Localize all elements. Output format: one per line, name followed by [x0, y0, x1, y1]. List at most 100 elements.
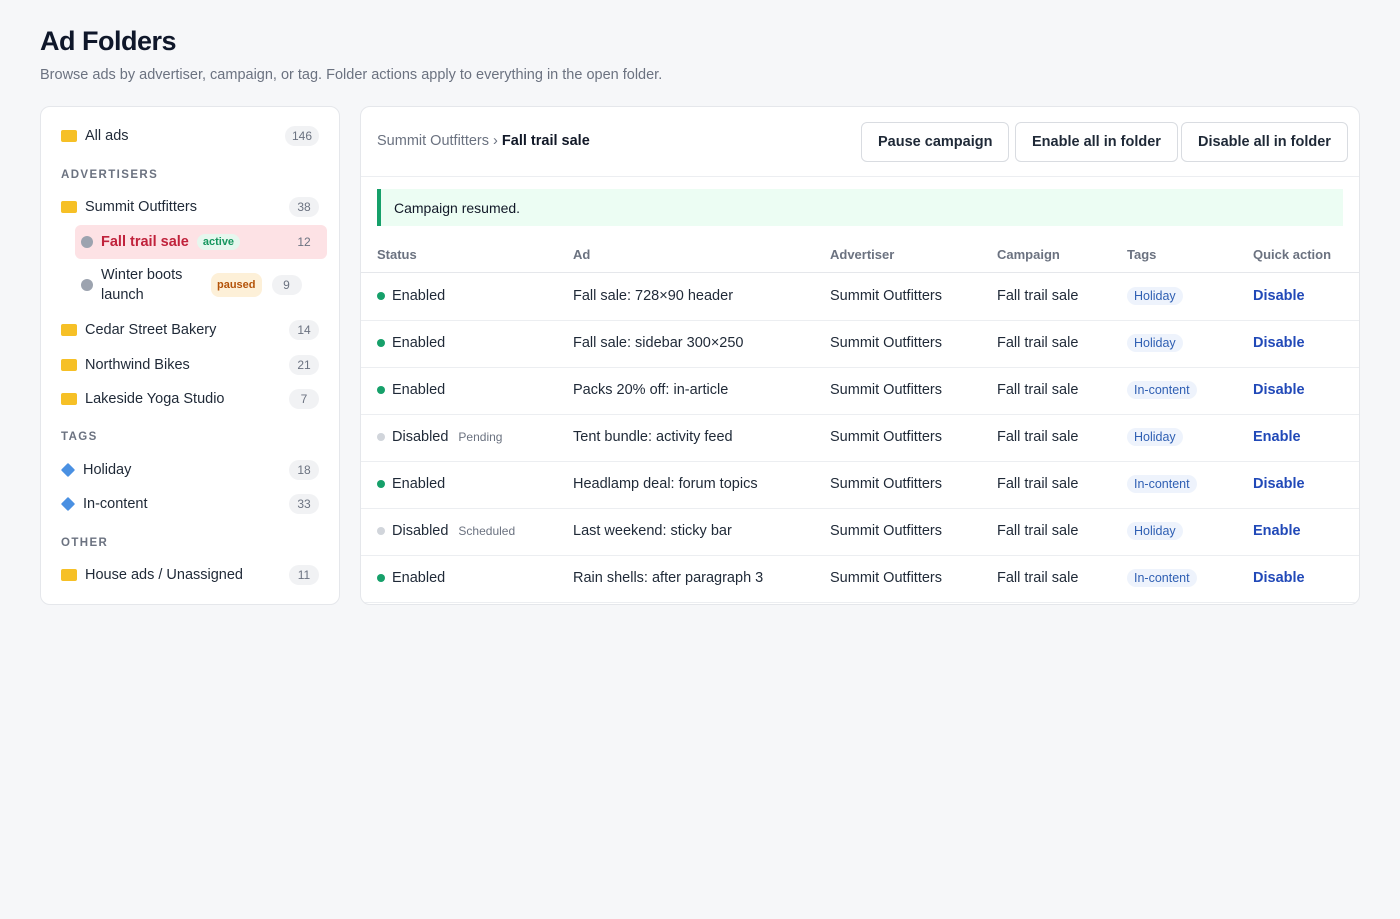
status-text: Enabled — [392, 335, 446, 351]
tag-badge: Holiday — [1127, 522, 1183, 540]
table-row: Enabled Packs 20% off: in-article Summit O… — [361, 368, 1359, 415]
advertiser-name: Summit Outfitters — [830, 429, 942, 445]
tag-count: 18 — [289, 460, 319, 480]
campaign-count: 9 — [271, 275, 302, 295]
table-row: Enabled Headlamp deal: forum topics Summit… — [361, 462, 1359, 509]
column-header-tags[interactable]: Tags — [1127, 247, 1156, 262]
other-heading: OTHER — [61, 537, 109, 549]
status-cell: Enabled — [377, 288, 445, 304]
status-note: Pending — [458, 430, 503, 444]
folder-label: House ads / Unassigned — [85, 567, 243, 583]
tag-cell: Holiday — [1127, 287, 1183, 305]
ad-name[interactable]: Packs 20% off: in-article — [573, 382, 728, 398]
disable-action-link[interactable]: Disable — [1253, 476, 1305, 492]
folder-icon — [61, 201, 77, 213]
column-header-advertiser[interactable]: Advertiser — [830, 247, 894, 262]
folder-count: 7 — [289, 389, 319, 409]
ad-name[interactable]: Fall sale: 728×90 header — [573, 288, 733, 304]
campaign-name: Fall trail sale — [997, 288, 1079, 304]
status-cell: Enabled — [377, 335, 445, 351]
advertiser-name: Summit Outfitters — [830, 382, 942, 398]
campaign-name: Fall trail sale — [997, 570, 1079, 586]
campaign-name: Fall trail sale — [997, 335, 1079, 351]
folder-icon — [61, 393, 77, 405]
status-text: Enabled — [392, 476, 446, 492]
disable-action-link[interactable]: Disable — [1253, 335, 1305, 351]
folder-summit-outfitters[interactable]: Summit Outfitters 38 — [55, 190, 327, 224]
tag-icon — [60, 496, 76, 512]
disable-action-link[interactable]: Disable — [1253, 570, 1305, 586]
ad-name[interactable]: Tent bundle: activity feed — [573, 429, 733, 445]
status-dot-icon — [377, 574, 385, 582]
pause-campaign-button[interactable]: Pause campaign — [861, 122, 1010, 162]
tag-icon — [60, 462, 76, 478]
table-row: Enabled Rain shells: after paragraph 3 Sum… — [361, 556, 1359, 603]
status-note: Scheduled — [458, 524, 516, 538]
folder-count: 14 — [289, 320, 319, 340]
disable-all-button[interactable]: Disable all in folder — [1181, 122, 1348, 162]
status-dot-icon — [377, 480, 385, 488]
tag-badge: Holiday — [1127, 287, 1183, 305]
folder-house-ads-unassigned[interactable]: House ads / Unassigned 11 — [55, 558, 327, 592]
enable-action-link[interactable]: Enable — [1253, 523, 1301, 539]
enable-action-link[interactable]: Enable — [1253, 429, 1301, 445]
campaign-label: Fall trail sale — [101, 234, 189, 250]
folder-icon — [61, 359, 77, 371]
tag-in-content[interactable]: In-content 33 — [55, 487, 327, 521]
folder-label: Cedar Street Bakery — [85, 322, 217, 338]
campaign-winter-boots-launch[interactable]: Winter boots launch paused 9 — [75, 262, 327, 308]
folder-cedar-street-bakery[interactable]: Cedar Street Bakery 14 — [55, 313, 327, 347]
status-text: Enabled — [392, 570, 446, 586]
breadcrumb-parent[interactable]: Summit Outfitters — [377, 133, 489, 149]
table-row: Disabled Pending Tent bundle: activity fee… — [361, 415, 1359, 462]
tags-heading: TAGS — [61, 431, 98, 443]
status-dot-icon — [377, 527, 385, 535]
tag-cell: Holiday — [1127, 334, 1183, 352]
tag-holiday[interactable]: Holiday 18 — [55, 453, 327, 487]
disable-action-link[interactable]: Disable — [1253, 288, 1305, 304]
enable-all-button[interactable]: Enable all in folder — [1015, 122, 1178, 162]
status-text: Enabled — [392, 382, 446, 398]
ad-name[interactable]: Last weekend: sticky bar — [573, 523, 732, 539]
tag-cell: Holiday — [1127, 522, 1183, 540]
status-dot-icon — [377, 386, 385, 394]
active-badge: active — [196, 234, 241, 250]
folder-northwind-bikes[interactable]: Northwind Bikes 21 — [55, 348, 327, 382]
ad-name[interactable]: Rain shells: after paragraph 3 — [573, 570, 763, 586]
tag-badge: Holiday — [1127, 428, 1183, 446]
page-subtitle: Browse ads by advertiser, campaign, or t… — [40, 67, 663, 83]
folder-count: 21 — [289, 355, 319, 375]
column-header-status[interactable]: Status — [377, 247, 417, 262]
status-cell: Enabled — [377, 476, 445, 492]
folder-label: Northwind Bikes — [85, 357, 190, 373]
advertisers-heading: ADVERTISERS — [61, 169, 159, 181]
breadcrumb: Summit Outfitters › Fall trail sale — [377, 133, 590, 149]
tag-badge: Holiday — [1127, 334, 1183, 352]
status-dot-icon — [377, 339, 385, 347]
campaign-dot-icon — [81, 236, 93, 248]
status-cell: Disabled Pending — [377, 429, 502, 445]
table-row: Disabled Scheduled Last weekend: sticky ba… — [361, 509, 1359, 556]
advertiser-name: Summit Outfitters — [830, 288, 942, 304]
ad-name[interactable]: Headlamp deal: forum topics — [573, 476, 758, 492]
folder-all-ads[interactable]: All ads 146 — [55, 119, 327, 153]
ad-name[interactable]: Fall sale: sidebar 300×250 — [573, 335, 744, 351]
folder-sidebar: All ads 146 ADVERTISERS Summit Outfitter… — [40, 106, 340, 605]
breadcrumb-current: Fall trail sale — [501, 133, 590, 149]
status-text: Disabled — [392, 523, 449, 539]
tag-badge: In-content — [1127, 475, 1197, 493]
campaign-dot-icon — [81, 279, 93, 291]
folder-lakeside-yoga-studio[interactable]: Lakeside Yoga Studio 7 — [55, 382, 327, 416]
column-header-campaign[interactable]: Campaign — [997, 247, 1060, 262]
campaign-fall-trail-sale[interactable]: Fall trail sale active 12 — [75, 225, 327, 259]
advertiser-name: Summit Outfitters — [830, 523, 942, 539]
folder-count: 146 — [284, 126, 319, 146]
disable-action-link[interactable]: Disable — [1253, 382, 1305, 398]
tag-label: In-content — [83, 496, 148, 512]
tag-cell: In-content — [1127, 569, 1197, 587]
column-header-ad[interactable]: Ad — [573, 247, 590, 262]
campaign-label: Winter boots launch — [101, 267, 183, 303]
table-row: Enabled Fall sale: 728×90 header Summit Ou… — [361, 274, 1359, 321]
folder-label: Summit Outfitters — [85, 199, 197, 215]
campaign-count: 12 — [289, 232, 319, 252]
